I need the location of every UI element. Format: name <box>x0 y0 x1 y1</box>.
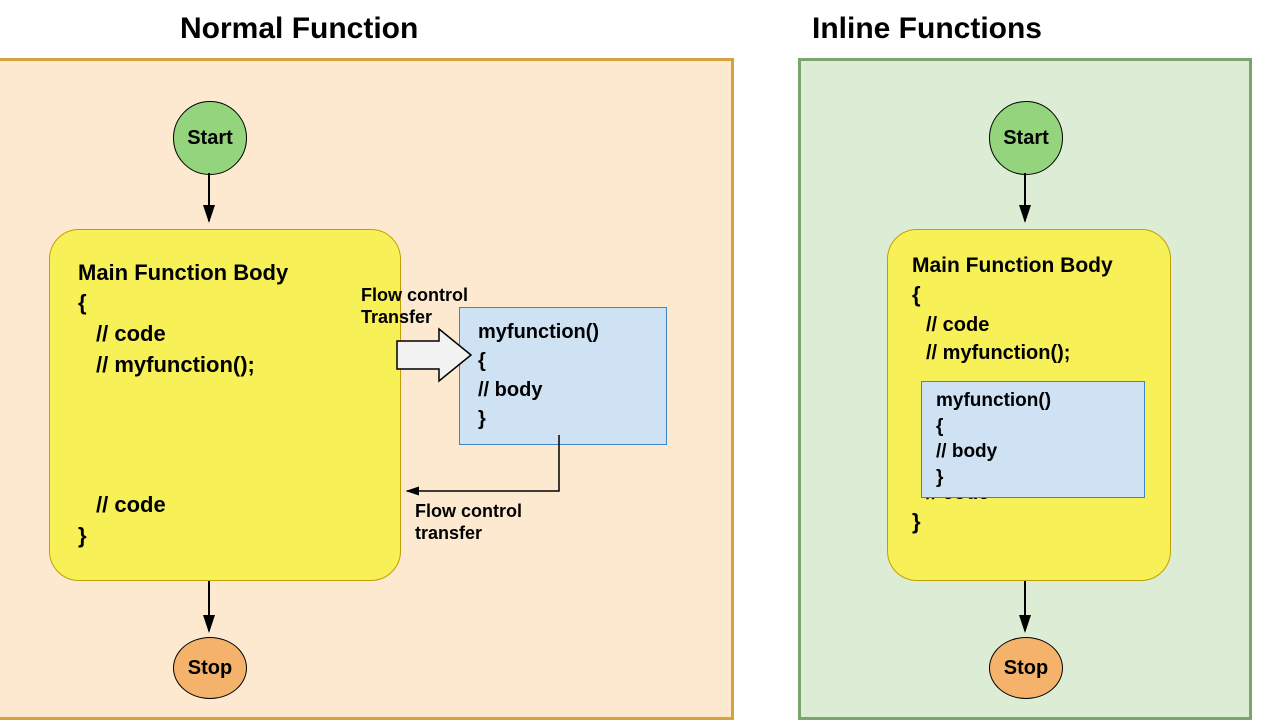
anno-flow-out: Flow control Transfer <box>361 285 471 328</box>
start-node-right: Start <box>989 101 1063 175</box>
brace-close: } <box>78 521 372 552</box>
brace-close-r: } <box>912 507 1150 538</box>
func-name-r: myfunction() <box>936 388 1130 414</box>
func-body: // body <box>478 376 648 405</box>
main-body-left: Main Function Body { // code // myfuncti… <box>49 229 401 581</box>
func-brace-open-r: { <box>936 414 1130 440</box>
title-normal-function: Normal Function <box>180 12 418 46</box>
stop-node-left: Stop <box>173 637 247 699</box>
func-brace-close: } <box>478 405 648 434</box>
code-line-1: // code <box>78 319 372 350</box>
start-label: Start <box>187 127 233 150</box>
main-header: Main Function Body <box>78 260 372 286</box>
func-brace-open: { <box>478 347 648 376</box>
call-line: // myfunction(); <box>78 350 372 381</box>
call-line-r: // myfunction(); <box>912 339 1150 367</box>
code-line-2: // code <box>78 490 372 521</box>
start-node-left: Start <box>173 101 247 175</box>
start-label-r: Start <box>1003 127 1049 150</box>
code-line-1-r: // code <box>912 311 1150 339</box>
title-inline-functions: Inline Functions <box>812 12 1042 46</box>
stop-label: Stop <box>188 657 232 680</box>
panel-normal: Start Main Function Body { // code // my… <box>0 58 734 720</box>
func-name: myfunction() <box>478 318 648 347</box>
func-body-r: // body <box>936 439 1130 465</box>
func-box-left: myfunction() { // body } <box>459 307 667 445</box>
main-header-r: Main Function Body <box>912 254 1150 278</box>
anno-flow-back: Flow control transfer <box>415 501 535 544</box>
stop-node-right: Stop <box>989 637 1063 699</box>
stop-label-r: Stop <box>1004 657 1048 680</box>
panel-inline: Start Main Function Body { // code // my… <box>798 58 1252 720</box>
brace-open-r: { <box>912 280 1150 311</box>
func-box-right: myfunction() { // body } <box>921 381 1145 498</box>
brace-open: { <box>78 288 372 319</box>
func-brace-close-r: } <box>936 465 1130 491</box>
